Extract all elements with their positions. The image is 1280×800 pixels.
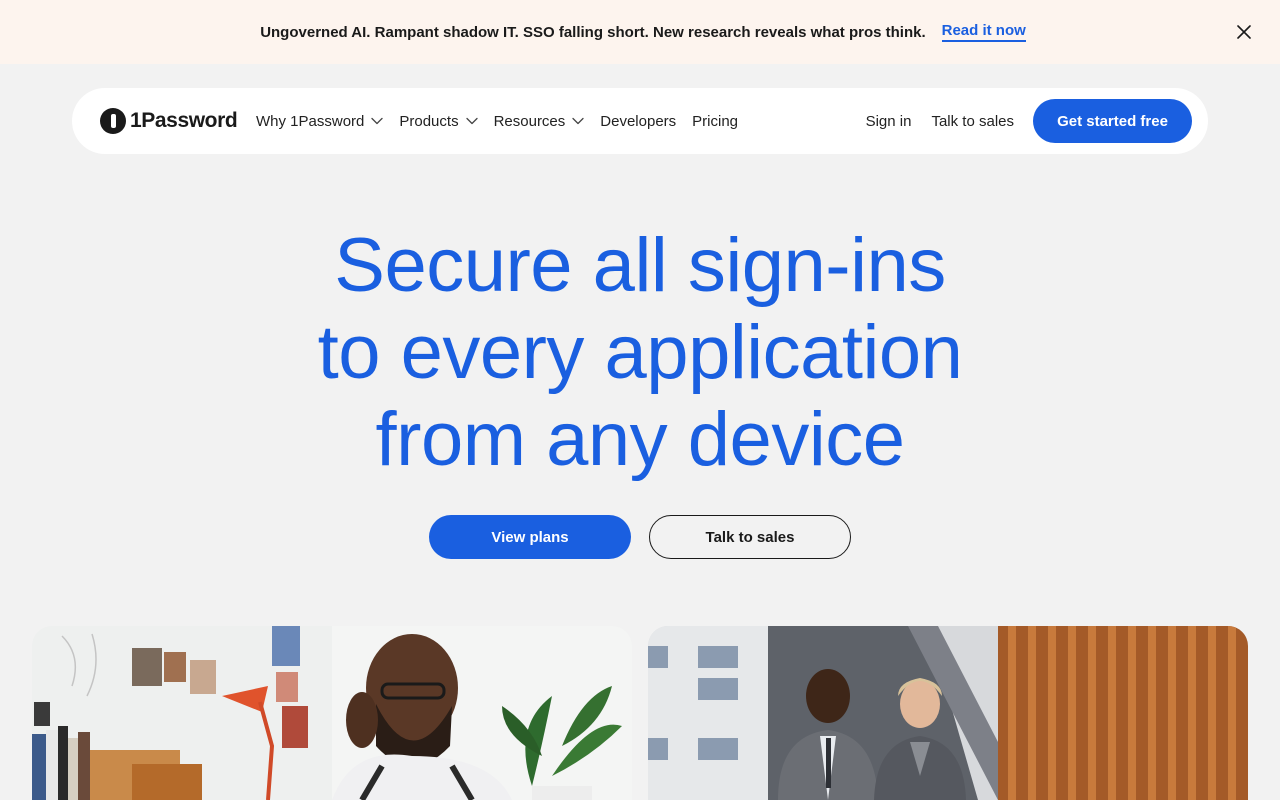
announcement-banner: Ungoverned AI. Rampant shadow IT. SSO fa… (0, 0, 1280, 64)
nav-item-label: Pricing (692, 112, 739, 130)
man-on-phone-photo (32, 626, 632, 800)
get-started-free-button[interactable]: Get started free (1033, 99, 1192, 143)
nav-item-label: Developers (600, 112, 677, 130)
chevron-down-icon (465, 117, 478, 125)
talk-to-sales-link[interactable]: Talk to sales (931, 113, 1014, 130)
banner-text: Ungoverned AI. Rampant shadow IT. SSO fa… (260, 23, 926, 41)
nav-item-products[interactable]: Products (399, 112, 478, 130)
nav-item-label: Products (399, 112, 459, 130)
chevron-down-icon (371, 117, 384, 125)
read-it-now-link[interactable]: Read it now (941, 22, 1026, 42)
hero-line: from any device (375, 397, 905, 482)
chevron-down-icon (572, 117, 584, 125)
nav-item-developers[interactable]: Developers (600, 113, 676, 130)
nav-item-resources[interactable]: Resources (494, 113, 585, 130)
hero-actions: View plans Talk to sales (0, 515, 1280, 559)
nav-item-label: Why 1Password (256, 112, 365, 130)
talk-to-sales-button[interactable]: Talk to sales (649, 515, 851, 559)
logo[interactable]: 1Password (100, 108, 238, 134)
logo-icon (100, 108, 126, 134)
nav-links: Why 1Password Products Resources Develop… (256, 88, 754, 154)
nav-actions: Sign in Talk to sales Get started free (866, 88, 1192, 154)
sign-in-link[interactable]: Sign in (866, 113, 912, 130)
nav-item-pricing[interactable]: Pricing (692, 113, 738, 130)
close-icon[interactable] (1234, 22, 1254, 42)
main-nav: 1Password Why 1Password Products Resourc… (72, 88, 1208, 154)
view-plans-button[interactable]: View plans (429, 515, 631, 559)
logo-text: 1Password (130, 109, 238, 132)
nav-item-label: Resources (493, 112, 566, 130)
hero-heading: Secure all sign-ins to every application… (0, 222, 1280, 483)
hero-line: Secure all sign-ins (334, 223, 946, 308)
colleagues-walking-photo (648, 626, 1248, 800)
hero-line: to every application (317, 310, 963, 395)
nav-item-why-1password[interactable]: Why 1Password (256, 112, 384, 130)
